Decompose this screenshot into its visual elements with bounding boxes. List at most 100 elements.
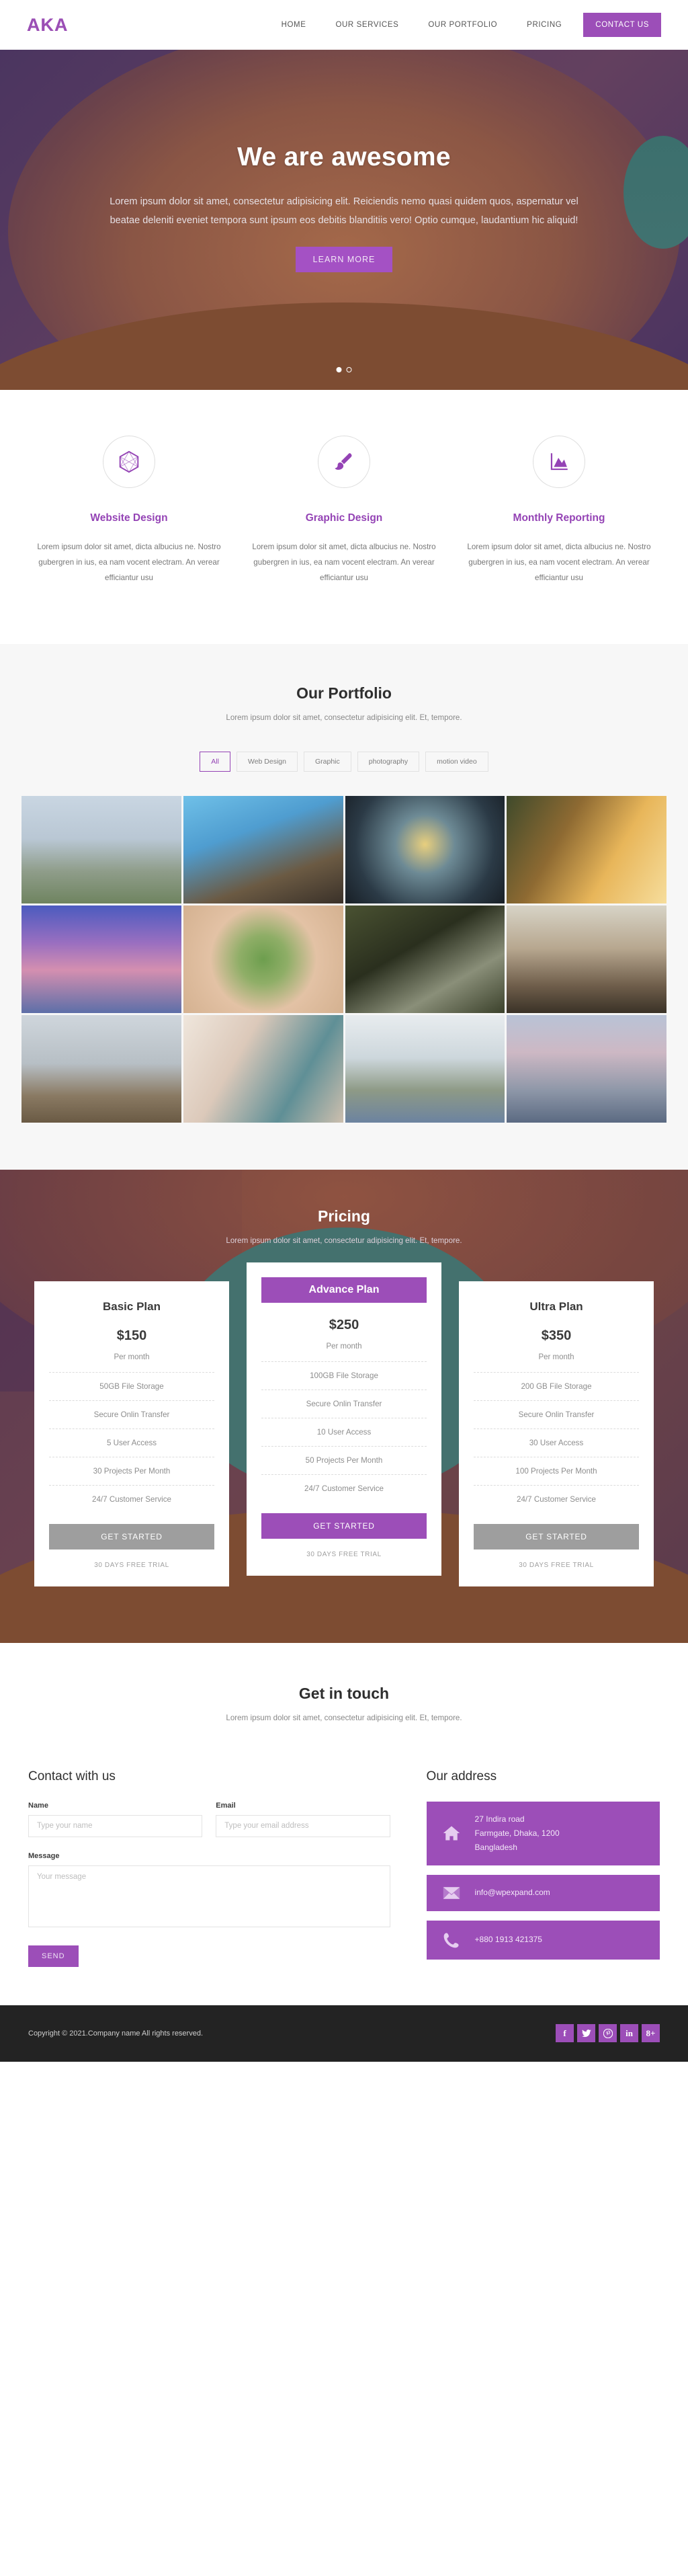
address-card-email[interactable]: info@wpexpand.com <box>426 1874 660 1911</box>
get-started-button[interactable]: GET STARTED <box>49 1523 214 1549</box>
nav-item-our-services[interactable]: OUR SERVICES <box>320 13 413 36</box>
portfolio-tile-stained-glass-dome[interactable] <box>345 795 505 903</box>
filter-photography[interactable]: photography <box>357 751 420 772</box>
plan-features: 100GB File Storage Secure Onlin Transfer… <box>261 1361 427 1502</box>
portfolio-tile-mountain-biker-on-cliff[interactable] <box>22 1014 181 1123</box>
message-textarea[interactable] <box>28 1865 390 1927</box>
hero-content: We are awesome Lorem ipsum dolor sit ame… <box>0 50 688 272</box>
service-text: Lorem ipsum dolor sit amet, dicta albuci… <box>467 542 651 583</box>
pricing-card-advance-plan: Advance Plan $250 Per month 100GB File S… <box>247 1262 441 1576</box>
filter-all[interactable]: All <box>200 751 230 772</box>
plan-period: Per month <box>114 1353 150 1361</box>
portfolio-tile-modern-villa-dusk[interactable] <box>507 1014 666 1123</box>
logo[interactable]: AKA <box>27 15 69 36</box>
portfolio-tile-curved-glass-building[interactable] <box>183 795 343 903</box>
plan-period: Per month <box>538 1353 574 1361</box>
pinterest-icon[interactable] <box>599 2024 617 2043</box>
pricing-title: Pricing <box>318 1207 370 1225</box>
plan-name: Basic Plan <box>103 1299 161 1313</box>
plan-name: Advance Plan <box>261 1277 427 1303</box>
plan-trial-note: 30 DAYS FREE TRIAL <box>306 1550 382 1558</box>
service-card-graphic-design: Graphic Design Lorem ipsum dolor sit ame… <box>236 436 452 586</box>
portfolio-subtitle: Lorem ipsum dolor sit amet, consectetur … <box>226 713 462 722</box>
portfolio-tile-modern-house-exterior[interactable] <box>22 795 181 903</box>
filter-graphic[interactable]: Graphic <box>303 751 351 772</box>
service-title: Monthly Reporting <box>513 512 605 524</box>
service-card-monthly-reporting: Monthly Reporting Lorem ipsum dolor sit … <box>452 436 666 586</box>
site-footer: Copyright © 2021.Company name All rights… <box>0 2005 688 2062</box>
service-text: Lorem ipsum dolor sit amet, dicta albuci… <box>252 542 436 583</box>
portfolio-tile-crowded-city-street[interactable] <box>507 905 666 1013</box>
email-input[interactable] <box>216 1814 390 1837</box>
portfolio-tile-woman-in-sunset-field[interactable] <box>507 795 666 903</box>
site-header: AKA HOME OUR SERVICES OUR PORTFOLIO PRIC… <box>0 0 688 50</box>
landing-page: AKA HOME OUR SERVICES OUR PORTFOLIO PRIC… <box>0 0 688 2062</box>
envelope-icon <box>440 1886 463 1900</box>
area-chart-icon <box>533 436 585 488</box>
plan-feature: 100 Projects Per Month <box>474 1456 639 1485</box>
contact-subtitle: Lorem ipsum dolor sit amet, consectetur … <box>226 1713 462 1722</box>
slider-dot-2[interactable] <box>346 367 352 372</box>
plan-feature: 30 Projects Per Month <box>49 1456 214 1485</box>
plan-feature: Secure Onlin Transfer <box>261 1389 427 1418</box>
services-section: Website Design Lorem ipsum dolor sit ame… <box>0 390 688 644</box>
home-icon <box>440 1824 463 1843</box>
googleplus-icon[interactable]: 8+ <box>642 2024 660 2043</box>
filter-web-design[interactable]: Web Design <box>236 751 298 772</box>
plan-feature: Secure Onlin Transfer <box>49 1400 214 1428</box>
main-navigation: HOME OUR SERVICES OUR PORTFOLIO PRICING … <box>267 13 661 37</box>
copyright-text: Copyright © 2021.Company name All rights… <box>28 2029 204 2038</box>
portfolio-tile-man-in-suit-adjusting-tie[interactable] <box>345 905 505 1013</box>
plan-features: 200 GB File Storage Secure Onlin Transfe… <box>474 1371 639 1513</box>
plan-feature: 200 GB File Storage <box>474 1371 639 1400</box>
address-card-location[interactable]: 27 Indira road Farmgate, Dhaka, 1200 Ban… <box>426 1801 660 1865</box>
hexagon-polygon-icon <box>103 436 155 488</box>
phone-icon <box>440 1931 463 1949</box>
address-panel: Our address 27 Indira road Farmgate, Dha… <box>426 1769 660 1969</box>
plan-feature: 24/7 Customer Service <box>49 1484 214 1513</box>
portfolio-tile-boat-on-purple-lake[interactable] <box>22 905 181 1013</box>
pricing-plans: Basic Plan $150 Per month 50GB File Stor… <box>0 1262 688 1586</box>
nav-item-our-portfolio[interactable]: OUR PORTFOLIO <box>413 13 512 36</box>
portfolio-tile-abstract-curved-architecture[interactable] <box>183 1014 343 1123</box>
plan-feature: 10 User Access <box>261 1417 427 1446</box>
email-label: Email <box>216 1801 236 1810</box>
plan-price: $350 <box>541 1328 572 1343</box>
plan-trial-note: 30 DAYS FREE TRIAL <box>94 1561 169 1569</box>
portfolio-tile-villa-with-pool-night[interactable] <box>345 1014 505 1123</box>
slider-dot-1[interactable] <box>336 367 342 372</box>
address-title: Our address <box>426 1769 497 1783</box>
portfolio-section: Our Portfolio Lorem ipsum dolor sit amet… <box>0 643 688 1170</box>
get-started-button[interactable]: GET STARTED <box>474 1523 639 1549</box>
phone-text: +880 1913 421375 <box>474 1935 542 1945</box>
email-text: info@wpexpand.com <box>474 1888 550 1898</box>
hero-paragraph: Lorem ipsum dolor sit amet, consectetur … <box>110 196 578 227</box>
nav-item-pricing[interactable]: PRICING <box>512 13 576 36</box>
facebook-icon[interactable]: f <box>556 2024 574 2043</box>
plan-features: 50GB File Storage Secure Onlin Transfer … <box>49 1371 214 1513</box>
pricing-card-basic-plan: Basic Plan $150 Per month 50GB File Stor… <box>34 1281 229 1586</box>
hero-slider: We are awesome Lorem ipsum dolor sit ame… <box>0 50 688 390</box>
pricing-section: Pricing Lorem ipsum dolor sit amet, cons… <box>0 1169 688 1643</box>
nav-item-home[interactable]: HOME <box>267 13 321 36</box>
message-field-group: Message <box>28 1852 390 1931</box>
service-text: Lorem ipsum dolor sit amet, dicta albuci… <box>37 542 221 583</box>
service-title: Website Design <box>90 512 168 524</box>
portfolio-tile-hands-circle-on-grass[interactable] <box>183 905 343 1013</box>
portfolio-filters: All Web Design Graphic photography motio… <box>0 751 688 772</box>
address-text: 27 Indira road Farmgate, Dhaka, 1200 Ban… <box>474 1814 560 1852</box>
plan-feature: 24/7 Customer Service <box>474 1484 639 1513</box>
learn-more-button[interactable]: LEARN MORE <box>295 246 393 272</box>
filter-motion-video[interactable]: motion video <box>425 751 488 772</box>
send-button[interactable]: SEND <box>28 1945 79 1967</box>
nav-item-contact-us[interactable]: CONTACT US <box>583 13 661 37</box>
get-started-button[interactable]: GET STARTED <box>261 1513 427 1539</box>
social-links: f in 8+ <box>556 2024 660 2043</box>
linkedin-icon[interactable]: in <box>620 2024 638 2043</box>
address-card-phone[interactable]: +880 1913 421375 <box>426 1920 660 1960</box>
name-label: Name <box>28 1801 48 1810</box>
contact-title: Get in touch <box>298 1684 390 1702</box>
twitter-icon[interactable] <box>577 2024 595 2043</box>
name-input[interactable] <box>28 1814 203 1837</box>
slider-dots <box>336 367 352 372</box>
